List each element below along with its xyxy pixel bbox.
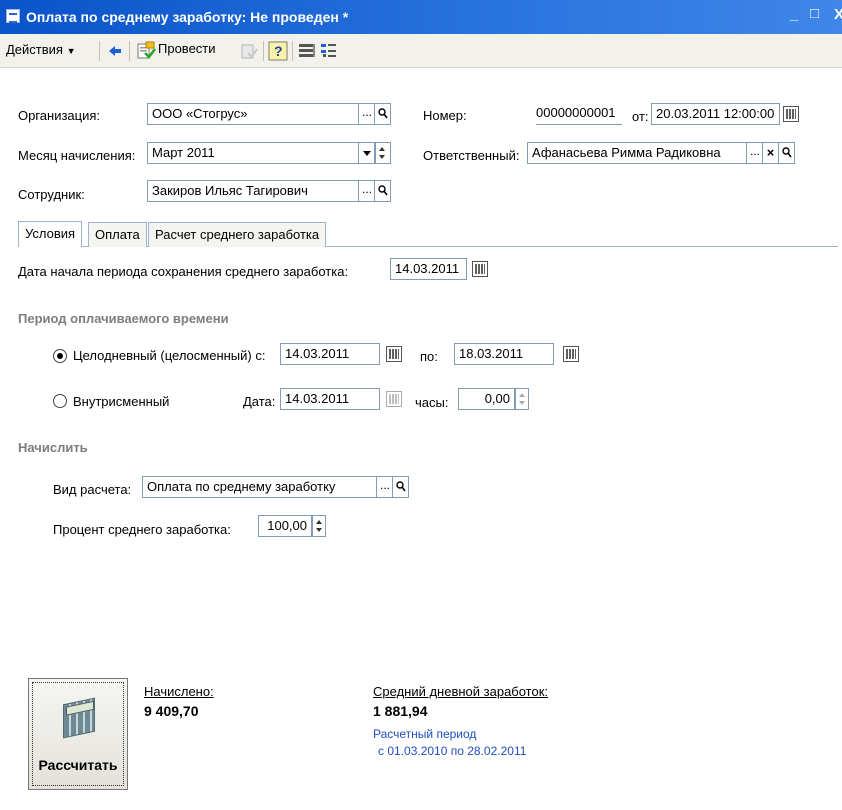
date-field[interactable]: 20.03.2011 12:00:00 bbox=[651, 103, 780, 125]
toolbar: Действия ▼ Провести ? bbox=[0, 34, 842, 68]
responsible-label: Ответственный: bbox=[423, 148, 520, 163]
percent-spin-button[interactable] bbox=[312, 515, 326, 537]
full-day-label: Целодневный (целосменный) с: bbox=[73, 348, 266, 363]
window-title: Оплата по среднему заработку: Не проведе… bbox=[26, 9, 349, 25]
calc-type-select-button[interactable] bbox=[377, 475, 393, 498]
chevron-down-icon: ▼ bbox=[66, 46, 76, 56]
intrashift-radio[interactable] bbox=[53, 394, 67, 408]
minimize-button[interactable]: _ bbox=[790, 6, 798, 23]
employee-label: Сотрудник: bbox=[18, 187, 85, 202]
accrual-month-field[interactable]: Март 2011 bbox=[147, 142, 359, 164]
intrashift-date-field[interactable]: 14.03.2011 bbox=[280, 388, 380, 410]
calc-period-title: Расчетный период bbox=[373, 727, 477, 741]
clear-icon[interactable]: × bbox=[763, 142, 779, 164]
organization-select-button[interactable] bbox=[359, 102, 375, 125]
close-button[interactable]: X bbox=[834, 6, 842, 23]
calc-period-range: с 01.03.2010 по 28.02.2011 bbox=[378, 744, 527, 758]
calendar-icon[interactable] bbox=[783, 106, 799, 122]
hours-label: часы: bbox=[415, 395, 449, 410]
start-date-label: Дата начала периода сохранения среднего … bbox=[18, 264, 349, 279]
accrual-month-dropdown-button[interactable] bbox=[359, 142, 375, 164]
calc-type-label: Вид расчета: bbox=[53, 482, 132, 497]
accrue-section-title: Начислить bbox=[18, 440, 88, 455]
intrashift-label: Внутрисменный bbox=[73, 394, 170, 409]
accrued-value: 9 409,70 bbox=[144, 703, 199, 719]
employee-open-button[interactable] bbox=[375, 180, 391, 202]
avg-daily-earnings-link[interactable]: Средний дневной заработок: bbox=[373, 684, 548, 699]
percent-label: Процент среднего заработка: bbox=[53, 522, 231, 537]
organization-label: Организация: bbox=[18, 108, 101, 123]
hierarchy-icon[interactable] bbox=[320, 42, 338, 60]
svg-text:?: ? bbox=[274, 43, 283, 59]
percent-field[interactable]: 100,00 bbox=[258, 515, 312, 537]
help-icon[interactable]: ? bbox=[268, 41, 288, 61]
calc-type-field[interactable]: Оплата по среднему заработку bbox=[142, 476, 377, 498]
intrashift-date-label: Дата: bbox=[243, 394, 276, 409]
post-button[interactable]: Провести bbox=[136, 41, 216, 59]
calendar-icon[interactable] bbox=[472, 261, 488, 277]
toolbar-separator bbox=[263, 41, 264, 61]
employee-select-button[interactable] bbox=[359, 179, 375, 202]
calendar-icon[interactable] bbox=[563, 346, 579, 362]
calculate-button-label: Рассчитать bbox=[38, 757, 118, 773]
number-field[interactable]: 00000000001 bbox=[536, 105, 622, 125]
unpost-icon[interactable] bbox=[240, 42, 258, 60]
structure-icon[interactable] bbox=[298, 42, 316, 60]
full-day-to-field[interactable]: 18.03.2011 bbox=[454, 343, 554, 365]
responsible-select-button[interactable] bbox=[747, 141, 763, 164]
employee-field[interactable]: Закиров Ильяс Тагирович bbox=[147, 180, 359, 202]
tab-payment[interactable]: Оплата bbox=[88, 222, 147, 247]
accrual-month-label: Месяц начисления: bbox=[18, 148, 136, 163]
start-date-field[interactable]: 14.03.2011 bbox=[390, 258, 467, 280]
toolbar-separator bbox=[129, 41, 130, 61]
post-document-icon bbox=[136, 41, 156, 61]
accrued-link[interactable]: Начислено: bbox=[144, 684, 214, 699]
toolbar-separator bbox=[292, 41, 293, 61]
hours-spin-button[interactable] bbox=[515, 388, 529, 410]
calculator-icon bbox=[63, 697, 95, 739]
organization-field[interactable]: ООО «Стогрус» bbox=[147, 103, 359, 125]
responsible-open-button[interactable] bbox=[779, 142, 795, 164]
full-day-to-label: по: bbox=[420, 349, 438, 364]
organization-open-button[interactable] bbox=[375, 103, 391, 125]
avg-daily-earnings-value: 1 881,94 bbox=[373, 703, 428, 719]
full-day-from-field[interactable]: 14.03.2011 bbox=[280, 343, 380, 365]
window-titlebar: Оплата по среднему заработку: Не проведе… bbox=[0, 0, 842, 34]
actions-menu-button[interactable]: Действия ▼ bbox=[6, 42, 76, 57]
magnifier-icon bbox=[377, 185, 388, 196]
number-value: 00000000001 bbox=[536, 105, 616, 120]
actions-menu-label: Действия bbox=[6, 42, 63, 57]
magnifier-icon bbox=[377, 108, 388, 119]
magnifier-icon bbox=[395, 481, 406, 492]
date-label: от: bbox=[632, 109, 649, 124]
magnifier-icon bbox=[781, 147, 792, 158]
maximize-button[interactable]: □ bbox=[810, 5, 819, 22]
responsible-field[interactable]: Афанасьева Римма Радиковна bbox=[527, 142, 747, 164]
hours-field[interactable]: 0,00 bbox=[458, 388, 515, 410]
toolbar-separator bbox=[99, 41, 100, 61]
tab-average-earnings[interactable]: Расчет среднего заработка bbox=[148, 222, 327, 247]
back-arrow-icon[interactable] bbox=[106, 42, 124, 60]
calculate-button[interactable]: Рассчитать bbox=[28, 678, 128, 790]
document-icon bbox=[6, 9, 20, 23]
number-label: Номер: bbox=[423, 108, 467, 123]
calendar-icon[interactable] bbox=[386, 391, 402, 407]
calc-type-open-button[interactable] bbox=[393, 476, 409, 498]
period-section-title: Период оплачиваемого времени bbox=[18, 311, 229, 326]
tab-conditions[interactable]: Условия bbox=[18, 221, 83, 247]
accrual-month-spin-button[interactable] bbox=[375, 142, 391, 164]
post-button-label: Провести bbox=[158, 41, 216, 56]
full-day-radio[interactable] bbox=[53, 349, 67, 363]
calendar-icon[interactable] bbox=[386, 346, 402, 362]
